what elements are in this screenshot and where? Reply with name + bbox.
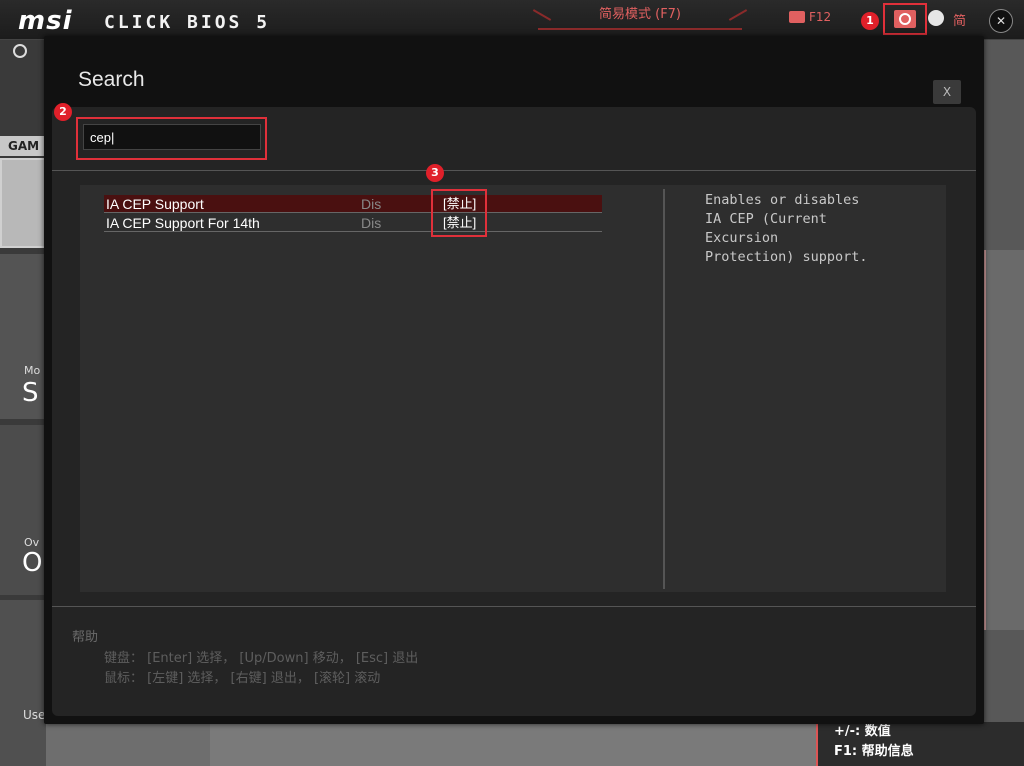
option-highlight: [431, 189, 487, 237]
background-right: [978, 40, 1024, 766]
help-description: Enables or disables IA CEP (Current Excu…: [705, 191, 875, 267]
language-button[interactable]: 简: [953, 10, 966, 29]
divider: [52, 606, 976, 607]
search-highlight: [76, 117, 267, 160]
screenshot-key: F12: [809, 10, 832, 24]
background-panel: [0, 600, 46, 766]
game-boost-label: GAM: [0, 136, 46, 156]
help-mouse: 鼠标： [左键] 选择， [右键] 退出， [滚轮] 滚动: [104, 671, 381, 686]
clock-icon: [13, 44, 27, 58]
globe-icon[interactable]: [928, 10, 944, 26]
result-name: IA CEP Support For 14th: [106, 215, 260, 231]
ez-mode-button[interactable]: 简易模式 (F7): [538, 4, 742, 30]
result-value: Dis: [361, 215, 382, 231]
search-dialog: Search X 2 3 IA CEP Support Dis [禁止] IA …: [44, 36, 984, 724]
annotation-badge-3: 3: [426, 164, 444, 182]
annotation-badge-1: 1: [861, 12, 879, 30]
help-key-line: +/-: 数值: [834, 724, 891, 739]
screenshot-button[interactable]: F12: [789, 10, 831, 24]
key-help-panel: +/-: 数值 F1: 帮助信息: [816, 722, 1024, 766]
description-line: Enables or disables: [705, 192, 860, 208]
background-text: S: [22, 378, 39, 408]
background-left: GAM Mo S Ov O Use: [0, 40, 46, 766]
search-button[interactable]: [883, 3, 927, 35]
background-panel: [0, 158, 46, 248]
result-row[interactable]: IA CEP Support Dis [禁止]: [104, 195, 602, 213]
close-button[interactable]: X: [933, 80, 961, 104]
top-bar: msi CLICK BIOS 5 简易模式 (F7) F12 1 简 ✕: [0, 0, 1024, 40]
divider: [52, 170, 976, 171]
description-line: IA CEP (Current: [705, 211, 827, 227]
divider: [663, 189, 665, 589]
description-line: Excursion: [705, 230, 779, 246]
background-text: O: [22, 548, 43, 578]
search-icon: [894, 10, 916, 28]
background-bottom: [210, 722, 816, 766]
search-input[interactable]: [83, 124, 261, 150]
help-keyboard: 键盘： [Enter] 选择， [Up/Down] 移动， [Esc] 退出: [104, 651, 419, 666]
annotation-badge-2: 2: [54, 103, 72, 121]
background-text: Mo: [24, 364, 41, 377]
result-row[interactable]: IA CEP Support For 14th Dis [禁止]: [104, 214, 602, 232]
exit-icon[interactable]: ✕: [989, 9, 1013, 33]
msi-logo: msi: [18, 6, 73, 36]
camera-icon: [789, 11, 805, 23]
help-title: 帮助: [72, 630, 99, 645]
result-name: IA CEP Support: [106, 196, 204, 212]
background-text: Use: [23, 708, 46, 722]
result-value: Dis: [361, 196, 382, 212]
help-key-line: F1: 帮助信息: [834, 744, 914, 759]
description-line: Protection) support.: [705, 249, 868, 265]
background-panel: [984, 250, 1024, 630]
dialog-title: Search: [78, 68, 145, 91]
product-name: CLICK BIOS 5: [104, 12, 271, 33]
